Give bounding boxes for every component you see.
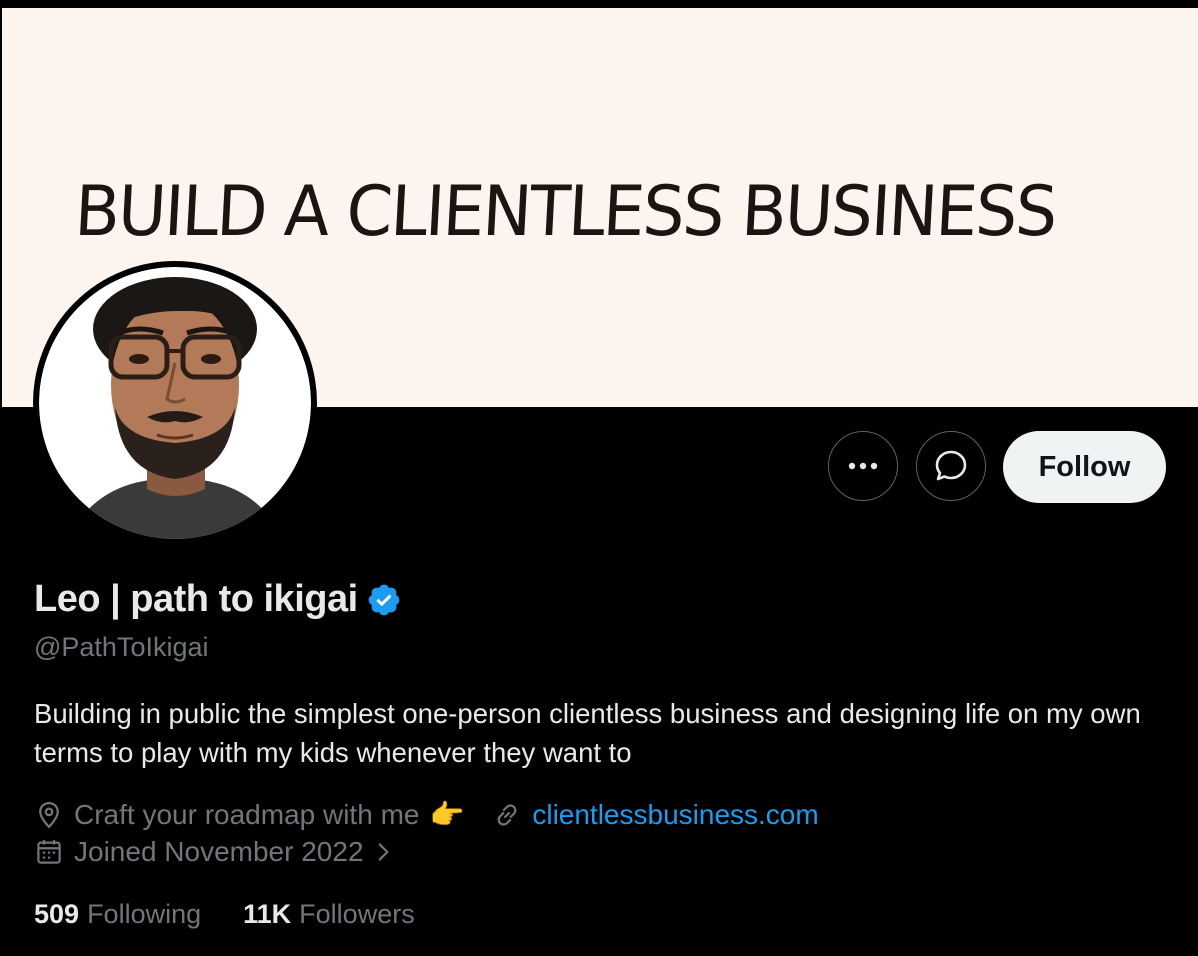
- followers-stat[interactable]: 11K Followers: [243, 899, 415, 930]
- profile-stats: 509 Following 11K Followers: [34, 899, 415, 930]
- joined-text: Joined November 2022: [74, 836, 364, 867]
- pointing-hand-emoji: 👉: [429, 799, 465, 830]
- profile-bio: Building in public the simplest one-pers…: [34, 698, 1141, 768]
- avatar[interactable]: [33, 261, 317, 545]
- calendar-icon: [37, 840, 61, 864]
- chevron-right-icon: [378, 843, 388, 861]
- window-top-edge: [0, 0, 1198, 8]
- follow-button[interactable]: Follow: [1003, 431, 1166, 503]
- message-button[interactable]: [916, 431, 986, 501]
- more-horizontal-icon: [848, 462, 878, 470]
- followers-label: Followers: [299, 899, 415, 929]
- joined-row[interactable]: Joined November 2022: [34, 836, 406, 868]
- following-label: Following: [87, 899, 202, 929]
- profile-handle: @PathToIkigai: [34, 632, 209, 662]
- following-count: 509: [34, 899, 80, 929]
- website-link[interactable]: clientlessbusiness.com: [532, 799, 818, 831]
- avatar-image: [39, 267, 311, 539]
- message-icon: [935, 450, 967, 481]
- location-text: Craft your roadmap with me: [74, 798, 420, 830]
- profile-meta-row: Craft your roadmap with me 👉 clientlessb…: [34, 798, 819, 831]
- profile-name: Leo | path to ikigai: [34, 578, 358, 620]
- following-stat[interactable]: 509 Following: [34, 899, 201, 930]
- location-icon: [39, 801, 59, 828]
- profile-name-row: Leo | path to ikigai: [34, 578, 402, 621]
- link-icon: [497, 803, 517, 826]
- followers-count: 11K: [243, 899, 292, 929]
- banner-text: BUILD A CLIENTLESS BUSINESS: [72, 171, 1058, 252]
- verified-badge-icon[interactable]: [366, 582, 402, 618]
- more-button[interactable]: [828, 431, 898, 501]
